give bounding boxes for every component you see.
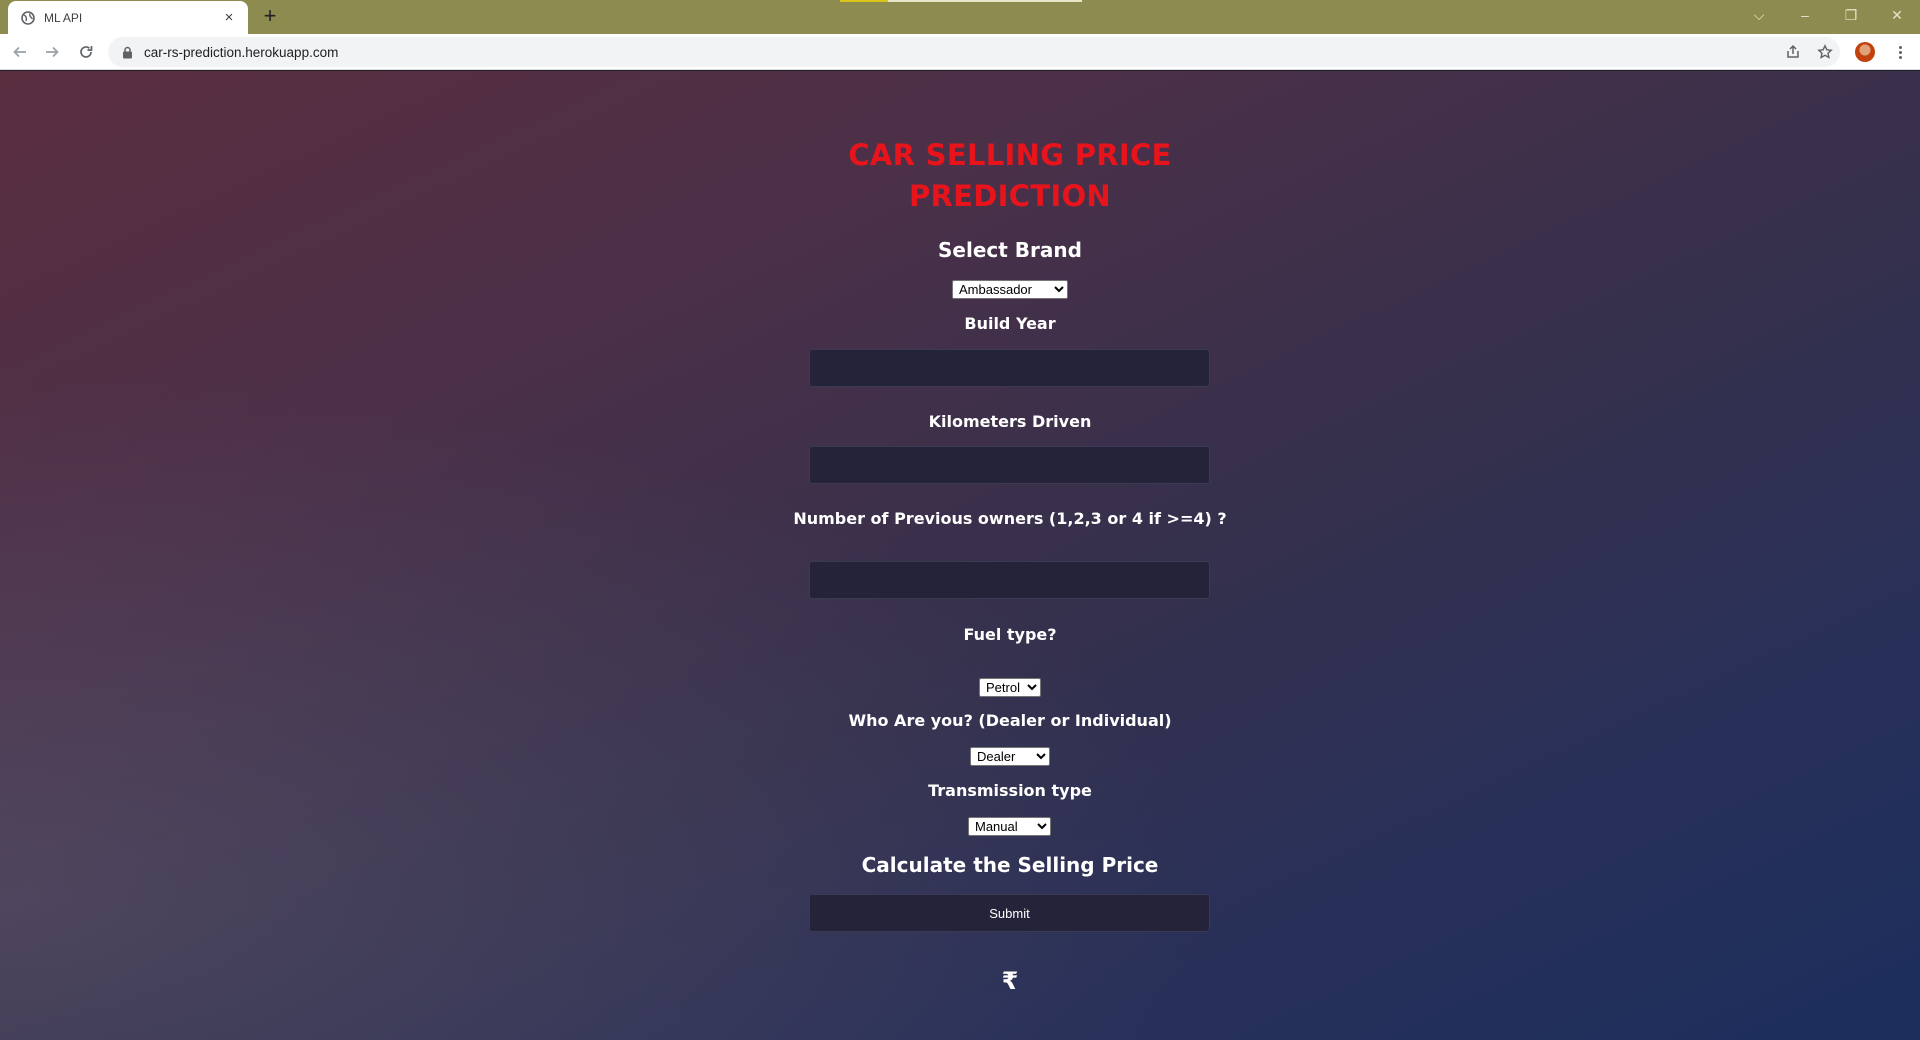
url-text: car-rs-prediction.herokuapp.com [144,44,339,60]
calculate-heading: Calculate the Selling Price [861,853,1159,877]
bookmark-star-icon[interactable] [1814,41,1836,63]
address-bar[interactable]: car-rs-prediction.herokuapp.com [108,37,1840,67]
tab-title: ML API [44,10,83,25]
back-arrow-icon[interactable] [6,38,34,66]
build-year-label: Build Year [964,314,1056,333]
browser-tab-active[interactable]: ML API × [8,1,248,34]
kilometers-label: Kilometers Driven [928,412,1092,431]
browser-toolbar: car-rs-prediction.herokuapp.com [0,34,1920,70]
close-tab-icon[interactable]: × [220,9,238,27]
fuel-type-label: Fuel type? [963,625,1057,644]
new-tab-button[interactable]: + [258,4,282,28]
page-viewport: CAR SELLING PRICE PREDICTION Select Bran… [0,71,1920,1040]
globe-icon [20,10,36,26]
page-title-line1: CAR SELLING PRICE [848,138,1172,172]
browser-tabstrip: ML API × + ⌵ – ❐ ✕ [0,0,1920,34]
brand-select[interactable]: Ambassador [952,280,1068,299]
build-year-input[interactable] [809,349,1210,387]
seller-type-label: Who Are you? (Dealer or Individual) [848,711,1172,730]
profile-avatar[interactable] [1855,42,1875,62]
submit-button[interactable]: Submit [809,894,1210,932]
owners-label: Number of Previous owners (1,2,3 or 4 if… [793,509,1227,528]
lock-icon[interactable] [120,45,134,59]
restore-window-icon[interactable]: ❐ [1828,0,1874,30]
share-icon[interactable] [1782,41,1804,63]
reload-icon[interactable] [72,38,100,66]
prediction-form: CAR SELLING PRICE PREDICTION Select Bran… [0,71,1920,1040]
seller-type-select[interactable]: Dealer [970,747,1050,766]
rupee-result-symbol: ₹ [1001,967,1019,995]
page-title-line2: PREDICTION [908,179,1112,213]
minimize-window-icon[interactable]: – [1782,0,1828,30]
page-title: CAR SELLING PRICE PREDICTION [810,135,1210,217]
transmission-label: Transmission type [928,781,1092,800]
browser-menu-icon[interactable] [1888,40,1912,64]
fuel-type-select[interactable]: Petrol [979,678,1041,697]
transmission-select[interactable]: Manual [968,817,1051,836]
tabstrip-highlight [840,0,888,2]
brand-label: Select Brand [938,238,1082,262]
forward-arrow-icon[interactable] [38,38,66,66]
close-window-icon[interactable]: ✕ [1874,0,1920,30]
tabstrip-highlight [888,0,1082,2]
owners-input[interactable] [809,561,1210,599]
tab-search-chevron-icon[interactable]: ⌵ [1736,0,1782,30]
kilometers-input[interactable] [809,446,1210,484]
